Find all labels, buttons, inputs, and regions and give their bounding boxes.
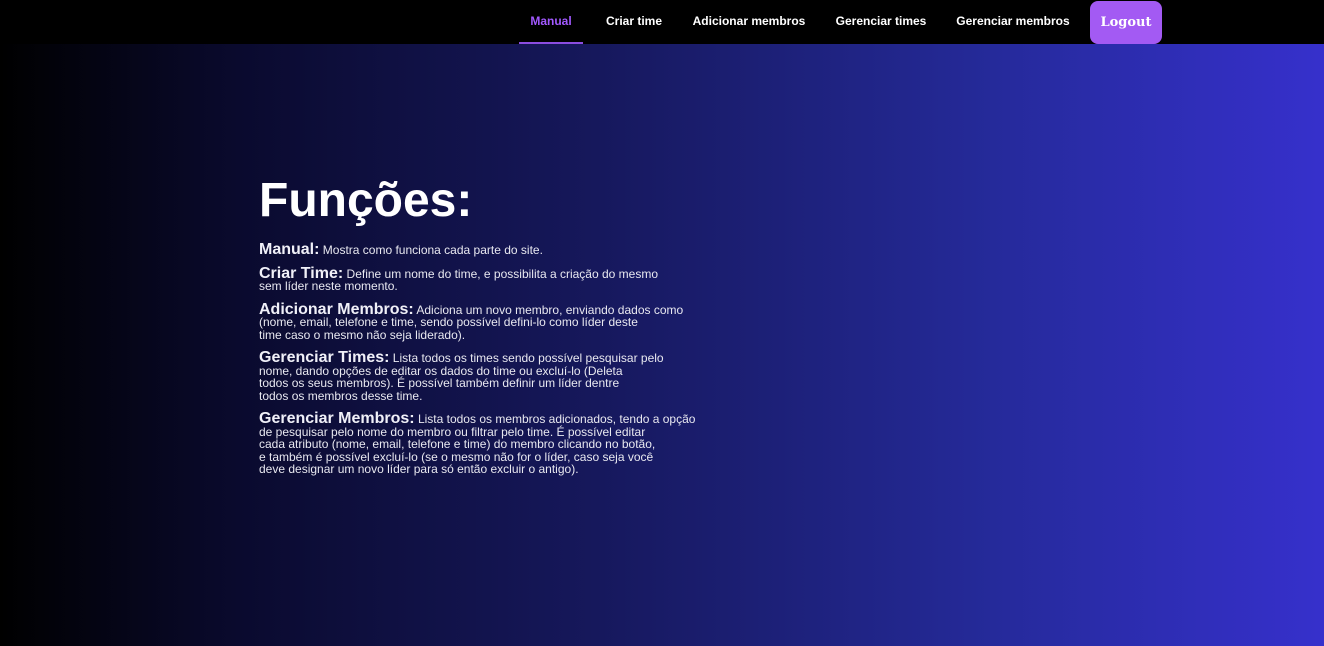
section-text: Lista todos os membros adicionados, tend…: [414, 412, 696, 426]
section-text: todos os membros desse time.: [259, 388, 423, 403]
section-text: Lista todos os times sendo possível pesq…: [389, 351, 664, 365]
section-text: time caso o mesmo não seja liderado).: [259, 327, 466, 342]
section-label: Manual:: [259, 241, 320, 258]
section-text: cada atributo (nome, email, telefone e t…: [259, 437, 656, 451]
nav-item-manual[interactable]: Manual: [519, 0, 583, 44]
section-text: Mostra como funciona cada parte do site.: [319, 243, 543, 257]
top-navbar: Manual Criar time Adicionar membros Gere…: [0, 0, 1324, 44]
section-adicionar-membros: Adicionar Membros: Adiciona um novo memb…: [259, 301, 709, 342]
nav-item-gerenciar-times[interactable]: Gerenciar times: [832, 0, 930, 44]
page-title: Funções:: [259, 174, 473, 227]
section-text: sem líder neste momento.: [259, 279, 398, 293]
nav-item-adicionar-membros[interactable]: Adicionar membros: [690, 0, 808, 44]
section-text: todos os seus membros). É possível també…: [259, 376, 620, 390]
nav-item-gerenciar-membros[interactable]: Gerenciar membros: [954, 0, 1072, 44]
logout-button[interactable]: Logout: [1090, 1, 1162, 44]
section-manual: Manual: Mostra como funciona cada parte …: [259, 241, 709, 258]
manual-content: Funções: Manual: Mostra como funciona ca…: [259, 172, 709, 487]
section-text: deve designar um novo líder para só entã…: [259, 462, 579, 476]
section-criar-time: Criar Time: Define um nome do time, e po…: [259, 265, 709, 293]
nav-item-criar-time[interactable]: Criar time: [600, 0, 668, 44]
section-text: (nome, email, telefone e time, sendo pos…: [259, 315, 638, 329]
section-gerenciar-membros: Gerenciar Membros: Lista todos os membro…: [259, 411, 709, 476]
section-gerenciar-times: Gerenciar Times: Lista todos os times se…: [259, 350, 709, 403]
